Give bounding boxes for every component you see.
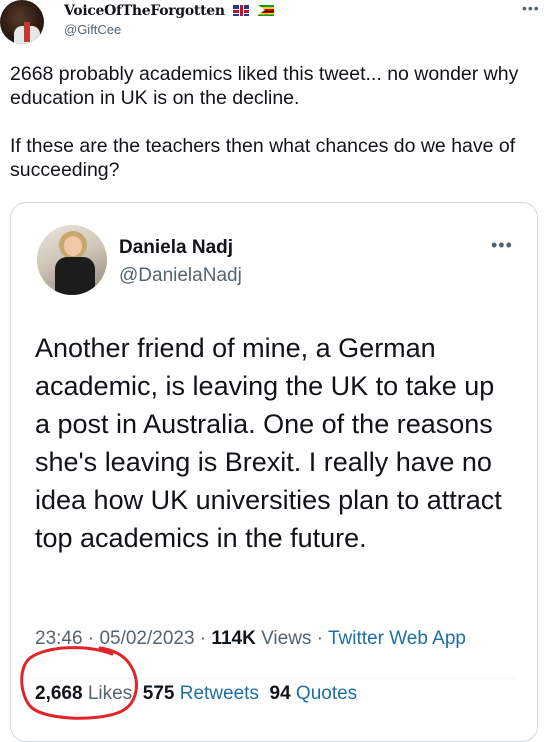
avatar-face (64, 236, 82, 256)
tweet-paragraph: If these are the teachers then what chan… (10, 135, 516, 181)
tweet-source-link[interactable]: Twitter Web App (328, 628, 466, 649)
meta-separator: · (87, 628, 100, 649)
tweet-paragraph: 2668 probably academics liked this tweet… (10, 63, 519, 109)
quotes-stat[interactable]: 94 Quotes (270, 683, 358, 704)
stats-divider (35, 678, 515, 679)
quoted-tweet-meta: 23:46 · 05/02/2023 · 114K Views · Twitte… (35, 625, 515, 652)
author-display-name[interactable]: VoiceOfTheForgotten (64, 3, 225, 19)
quotes-label: Quotes (295, 683, 358, 704)
quoted-tweet-card[interactable]: Daniela Nadj @DanielaNadj ••• Another fr… (10, 202, 538, 742)
meta-separator: · (316, 628, 324, 649)
retweets-stat[interactable]: 575 Retweets (143, 683, 259, 704)
author-handle[interactable]: @GiftCee (64, 22, 121, 37)
views-count: 114K (211, 628, 256, 649)
meta-separator: · (199, 628, 207, 649)
quoted-author-avatar[interactable] (37, 225, 107, 295)
tweet-text: 2668 probably academics liked this tweet… (10, 62, 540, 206)
quotes-count: 94 (269, 683, 291, 704)
views-label: Views (261, 628, 312, 649)
avatar-tie (24, 22, 30, 42)
tweet-time[interactable]: 23:46 (35, 628, 83, 649)
quoted-tweet-text: Another friend of mine, a German academi… (35, 333, 502, 553)
engagement-stats: 2,668 Likes 575 Retweets 94 Quotes (35, 683, 357, 705)
retweets-label: Retweets (179, 683, 259, 704)
retweets-count: 575 (142, 683, 175, 704)
more-options-icon[interactable]: ••• (522, 0, 540, 16)
quoted-author-handle[interactable]: @DanielaNadj (119, 265, 242, 287)
avatar-body (55, 257, 95, 295)
quoted-more-options-icon[interactable]: ••• (491, 235, 513, 256)
likes-stat[interactable]: 2,668 Likes (35, 683, 132, 704)
quoted-author-name[interactable]: Daniela Nadj (119, 237, 233, 259)
author-avatar[interactable] (0, 0, 44, 44)
likes-count: 2,668 (35, 683, 83, 704)
author-name-row[interactable]: VoiceOfTheForgotten (64, 3, 274, 19)
uk-flag-icon (233, 5, 250, 16)
likes-label: Likes (87, 683, 133, 704)
tweet-date[interactable]: 05/02/2023 (99, 628, 194, 649)
zimbabwe-flag-icon (257, 5, 274, 16)
